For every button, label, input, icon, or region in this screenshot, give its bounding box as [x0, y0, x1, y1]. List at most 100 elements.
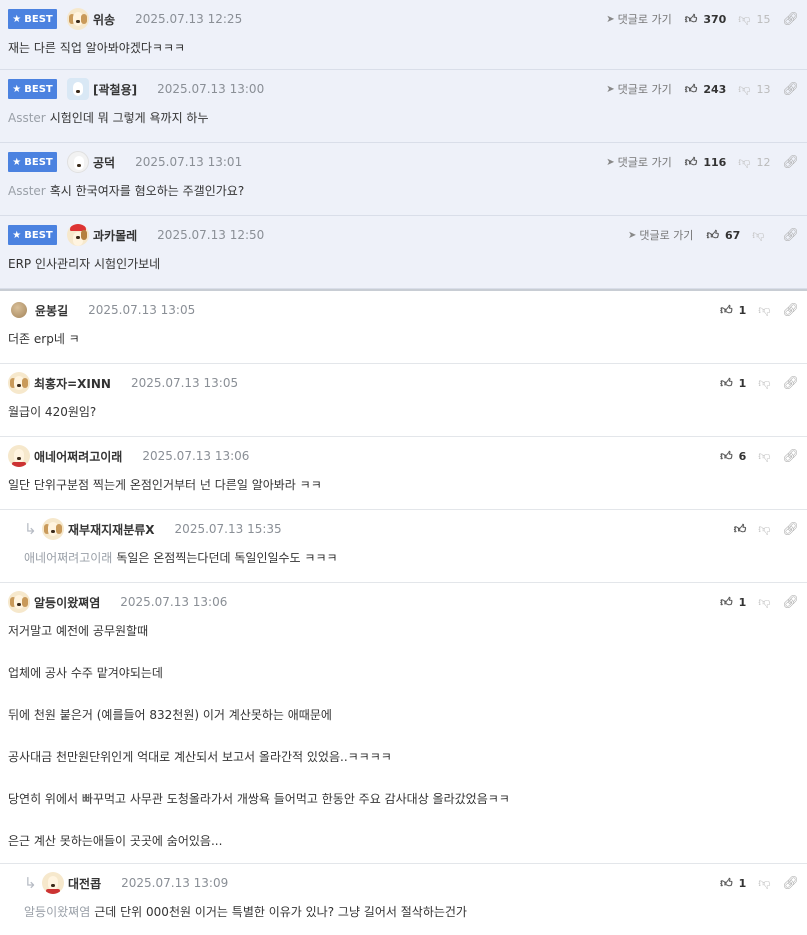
link-icon[interactable]: 🔗︎: [782, 449, 799, 464]
comment-date: 2025.07.13 13:06: [120, 595, 228, 609]
comment: 알등이왔쪄염 2025.07.13 13:06 👍︎ 1 👎︎ 🔗︎ 저거말고 예…: [0, 583, 807, 864]
comment-date: 2025.07.13 13:05: [88, 303, 196, 317]
mention[interactable]: Asster: [8, 184, 46, 198]
comment-paragraph: 은근 계산 못하는애들이 곳곳에 숨어있음...: [8, 834, 223, 848]
link-icon[interactable]: 🔗︎: [782, 82, 799, 97]
star-icon: ★: [12, 156, 22, 168]
link-icon[interactable]: 🔗︎: [782, 303, 799, 318]
comment-body: 일단 단위구분점 찍는게 온점인거부터 넌 다른일 알아봐라 ㅋㅋ: [8, 478, 322, 492]
goto-comment-link[interactable]: ➤ 댓글로 가기: [606, 11, 672, 27]
avatar[interactable]: [42, 872, 64, 894]
avatar[interactable]: [8, 445, 30, 467]
comment-date: 2025.07.13 15:35: [174, 522, 282, 536]
nickname[interactable]: 알등이왔쪄염: [34, 594, 100, 611]
nickname[interactable]: 윤봉길: [35, 302, 68, 319]
upvote-button[interactable]: 👍︎ 243: [685, 82, 727, 97]
thumbs-down-icon: 👎︎: [738, 81, 751, 96]
downvote-button[interactable]: 👎︎: [758, 595, 770, 610]
nickname[interactable]: 애네어쩌려고이래: [34, 448, 122, 465]
avatar[interactable]: [67, 224, 89, 246]
nickname[interactable]: 과카몰레: [93, 227, 137, 244]
comment-body: Asster 혹시 한국여자를 혐오하는 주갤인가요?: [8, 184, 245, 198]
nickname[interactable]: 공덕: [93, 154, 115, 171]
star-icon: ★: [12, 229, 22, 241]
link-icon[interactable]: 🔗︎: [782, 876, 799, 891]
upvote-button[interactable]: 👍︎ 67: [706, 228, 740, 243]
thumbs-down-icon: 👎︎: [758, 875, 771, 890]
best-badge: ★ BEST: [8, 225, 57, 245]
comment-date: 2025.07.13 13:00: [157, 82, 265, 96]
avatar[interactable]: [67, 8, 89, 30]
thumbs-up-icon: 👍︎: [720, 302, 733, 317]
upvote-button[interactable]: 👍︎ 1: [720, 876, 746, 891]
goto-comment-link[interactable]: ➤ 댓글로 가기: [628, 227, 694, 243]
downvote-button[interactable]: 👎︎ 13: [738, 82, 770, 97]
thumbs-up-icon: 👍︎: [706, 227, 719, 242]
link-icon[interactable]: 🔗︎: [782, 522, 799, 537]
link-icon[interactable]: 🔗︎: [782, 155, 799, 170]
link-icon[interactable]: 🔗︎: [782, 228, 799, 243]
comment-paragraph: 당연히 위에서 빠꾸먹고 사무관 도청올라가서 개쌍욕 들어먹고 한동안 주요 …: [8, 792, 510, 806]
comment-paragraph: 업체에 공사 수주 맡겨야되는데: [8, 666, 163, 680]
send-arrow-icon: ➤: [606, 83, 615, 95]
comment-section: ★ BEST 위송 2025.07.13 12:25 ➤ 댓글로 가기 👍︎ 370 …: [0, 0, 807, 935]
comment-body: 알등이왔쪄염 근데 단위 000천원 이거는 특별한 이유가 있나? 그냥 길어서…: [24, 905, 467, 919]
goto-comment-link[interactable]: ➤ 댓글로 가기: [606, 154, 672, 170]
downvote-button[interactable]: 👎︎: [758, 376, 770, 391]
downvote-button[interactable]: 👎︎: [752, 228, 770, 243]
comment-paragraph: 뒤에 천원 붙은거 (예를들어 832천원) 이거 계산못하는 애때문에: [8, 708, 332, 722]
downvote-button[interactable]: 👎︎: [758, 522, 770, 537]
avatar[interactable]: [67, 78, 89, 100]
mention[interactable]: 애네어쩌려고이래: [24, 551, 112, 565]
thumbs-down-icon: 👎︎: [758, 594, 771, 609]
upvote-button[interactable]: 👍︎ 370: [685, 12, 727, 27]
reply-arrow-icon: ↳: [24, 874, 37, 892]
upvote-button[interactable]: 👍︎ 1: [720, 303, 746, 318]
upvote-button[interactable]: 👍︎ 1: [720, 595, 746, 610]
comment-body: Asster 시험인데 뭐 그렇게 욕까지 하누: [8, 111, 209, 125]
link-icon[interactable]: 🔗︎: [782, 595, 799, 610]
upvote-button[interactable]: 👍︎: [734, 522, 747, 537]
link-icon[interactable]: 🔗︎: [782, 12, 799, 27]
thumbs-up-icon: 👍︎: [684, 81, 698, 96]
goto-comment-link[interactable]: ➤ 댓글로 가기: [606, 81, 672, 97]
nickname[interactable]: [곽철용]: [93, 81, 137, 98]
send-arrow-icon: ➤: [606, 13, 615, 25]
upvote-button[interactable]: 👍︎ 116: [685, 155, 727, 170]
avatar[interactable]: [8, 372, 30, 394]
comment-date: 2025.07.13 13:01: [135, 155, 243, 169]
star-icon: ★: [12, 13, 22, 25]
downvote-button[interactable]: 👎︎: [758, 449, 770, 464]
best-badge: ★ BEST: [8, 9, 57, 29]
avatar[interactable]: [42, 518, 64, 540]
downvote-button[interactable]: 👎︎ 15: [738, 12, 770, 27]
mention[interactable]: 알등이왔쪄염: [24, 905, 90, 919]
reply-comment: ↳ 대전콥 2025.07.13 13:09 👍︎ 1 👎︎ 🔗︎ 알등이왔쪄염 근…: [0, 864, 807, 935]
thumbs-up-icon: 👍︎: [733, 521, 747, 536]
thumbs-down-icon: 👎︎: [738, 11, 751, 26]
comment-date: 2025.07.13 13:09: [121, 876, 229, 890]
downvote-button[interactable]: 👎︎: [758, 303, 770, 318]
mention[interactable]: Asster: [8, 111, 46, 125]
send-arrow-icon: ➤: [606, 156, 615, 168]
comment-body: 애네어쩌려고이래 독일은 온점찍는다던데 독일인일수도 ㅋㅋㅋ: [24, 551, 338, 565]
best-comment: ★ BEST 위송 2025.07.13 12:25 ➤ 댓글로 가기 👍︎ 370 …: [0, 0, 807, 70]
avatar[interactable]: [8, 591, 30, 613]
upvote-button[interactable]: 👍︎ 6: [720, 449, 746, 464]
downvote-button[interactable]: 👎︎: [758, 876, 770, 891]
upvote-button[interactable]: 👍︎ 1: [720, 376, 746, 391]
thumbs-up-icon: 👍︎: [720, 375, 733, 390]
comment: 애네어쩌려고이래 2025.07.13 13:06 👍︎ 6 👎︎ 🔗︎ 일단 단…: [0, 437, 807, 510]
comment-body: 저거말고 예전에 공무원할때 업체에 공사 수주 맡겨야되는데 뒤에 천원 붙은…: [8, 621, 807, 851]
nickname[interactable]: 최홍자=XINN: [34, 375, 111, 392]
thumbs-down-icon: 👎︎: [758, 375, 771, 390]
avatar[interactable]: [11, 302, 27, 318]
reply-arrow-icon: ↳: [24, 520, 37, 538]
avatar[interactable]: [67, 151, 89, 173]
downvote-button[interactable]: 👎︎ 12: [738, 155, 770, 170]
link-icon[interactable]: 🔗︎: [782, 376, 799, 391]
nickname[interactable]: 대전콥: [68, 875, 101, 892]
nickname[interactable]: 위송: [93, 11, 115, 28]
best-comment: ★ BEST [곽철용] 2025.07.13 13:00 ➤ 댓글로 가기 👍︎ 2…: [0, 70, 807, 143]
nickname[interactable]: 재부재지재분류X: [68, 521, 155, 538]
